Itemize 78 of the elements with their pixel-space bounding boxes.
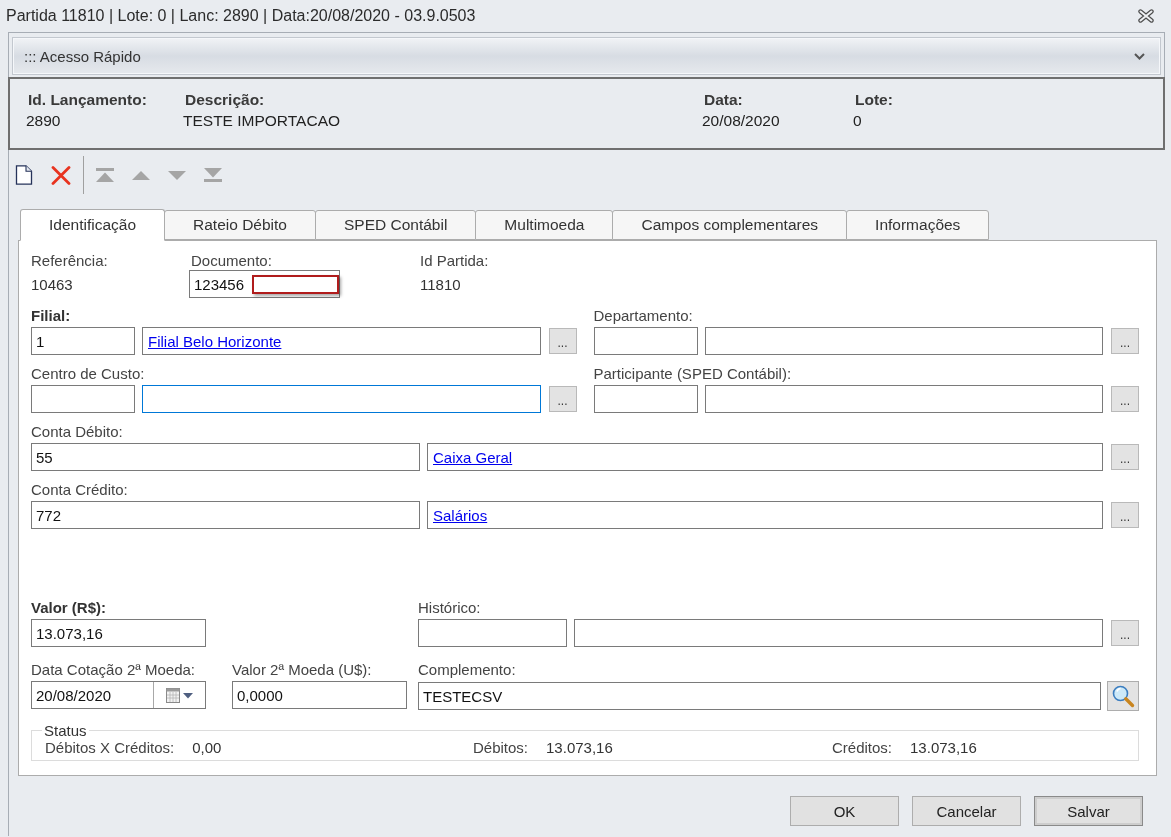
browse-button[interactable]: ... — [1111, 502, 1139, 528]
status-label: Débitos X Créditos: — [45, 739, 175, 757]
tab[interactable]: SPED Contábil — [314, 210, 477, 240]
tab[interactable]: Identificação — [20, 209, 166, 241]
tab[interactable]: Multimoeda — [475, 210, 614, 240]
name-field[interactable]: Salários — [427, 501, 1103, 529]
field-label: Id Partida: — [420, 252, 489, 269]
record-link[interactable]: Salários — [432, 506, 488, 524]
name-field[interactable]: Caixa Geral — [427, 443, 1103, 471]
window-title: Partida 11810 | Lote: 0 | Lanc: 2890 | Data:20/08/2020 - 03.9.0503 — [6, 7, 476, 25]
status-label: Créditos: — [832, 739, 893, 757]
date-field[interactable]: 20/08/2020 — [31, 681, 206, 709]
field-label: Documento: — [191, 252, 272, 269]
field-label: Conta Crédito: — [31, 481, 129, 498]
field-label: Participante (SPED Contábil): — [593, 365, 793, 382]
page-icon[interactable] — [15, 165, 33, 185]
code-field[interactable]: 1 — [31, 327, 135, 355]
dialog-button[interactable]: Salvar — [1034, 796, 1143, 826]
browse-button[interactable]: ... — [1111, 444, 1139, 470]
complement-field[interactable]: TESTECSV — [418, 682, 1101, 710]
code-field[interactable] — [31, 385, 135, 413]
code-field[interactable] — [593, 385, 698, 413]
status-value: 13.073,16 — [546, 739, 613, 757]
header-value: 20/08/2020 — [702, 111, 780, 131]
record-link[interactable]: Filial Belo Horizonte — [147, 332, 282, 350]
name-field[interactable] — [704, 327, 1103, 355]
field-label: Conta Débito: — [31, 423, 124, 440]
header-label: Data: — [704, 90, 743, 110]
search-icon — [1111, 684, 1135, 708]
currency-value-field[interactable]: 0,0000 — [232, 681, 407, 709]
tab[interactable]: Campos complementares — [612, 210, 848, 240]
code-field[interactable] — [593, 327, 698, 355]
record-link[interactable]: Caixa Geral — [432, 448, 513, 466]
tab[interactable]: Rateio Débito — [164, 210, 316, 240]
field-label: Valor 2ª Moeda (U$): — [232, 661, 373, 678]
browse-button[interactable]: ... — [1111, 328, 1139, 354]
browse-button[interactable]: ... — [1111, 386, 1139, 412]
browse-button[interactable]: ... — [1111, 620, 1139, 646]
browse-button[interactable]: ... — [548, 328, 577, 354]
field-label: Complemento: — [418, 661, 517, 678]
cross-icon[interactable] — [51, 165, 71, 185]
code-field[interactable] — [418, 619, 567, 647]
status-value: 13.073,16 — [910, 739, 977, 757]
search-button[interactable] — [1107, 681, 1139, 711]
quick-access-bar[interactable]: ::: Acesso Rápido — [12, 37, 1161, 75]
name-field[interactable] — [142, 385, 541, 413]
name-field[interactable] — [574, 619, 1103, 647]
name-field[interactable] — [704, 385, 1103, 413]
status-value: 0,00 — [192, 739, 222, 757]
header-label: Descrição: — [185, 90, 265, 110]
field-label: Referência: — [31, 252, 108, 269]
field-label: Histórico: — [418, 599, 482, 616]
browse-button[interactable]: ... — [548, 386, 577, 412]
header-value: 2890 — [26, 111, 61, 131]
dialog-button[interactable]: Cancelar — [912, 796, 1021, 826]
name-field[interactable]: Filial Belo Horizonte — [142, 327, 541, 355]
header-label: Id. Lançamento: — [28, 90, 147, 110]
tab[interactable]: Informações — [846, 210, 990, 240]
header-value: TESTE IMPORTACAO — [183, 111, 341, 131]
calendar-dropdown-icon[interactable] — [165, 687, 194, 703]
field-value: 10463 — [31, 274, 73, 295]
status-label: Débitos: — [473, 739, 529, 757]
field-label: Filial: — [31, 307, 72, 324]
field-label: Departamento: — [593, 307, 694, 324]
field-value: 11810 — [420, 274, 461, 295]
chevron-down-icon[interactable] — [1134, 52, 1145, 60]
code-field[interactable]: 55 — [31, 443, 420, 471]
code-field[interactable]: 772 — [31, 501, 420, 529]
amount-field[interactable]: 13.073,16 — [31, 619, 206, 647]
close-icon[interactable] — [1138, 9, 1154, 23]
dialog-button[interactable]: OK — [790, 796, 899, 826]
field-label: Data Cotação 2ª Moeda: — [31, 661, 196, 678]
field-label: Centro de Custo: — [31, 365, 146, 382]
header-label: Lote: — [855, 90, 893, 110]
status-legend: Status — [42, 722, 89, 739]
field-label: Valor (R$): — [31, 599, 107, 616]
quick-access-title: ::: Acesso Rápido — [24, 47, 141, 65]
header-value: 0 — [853, 111, 862, 131]
